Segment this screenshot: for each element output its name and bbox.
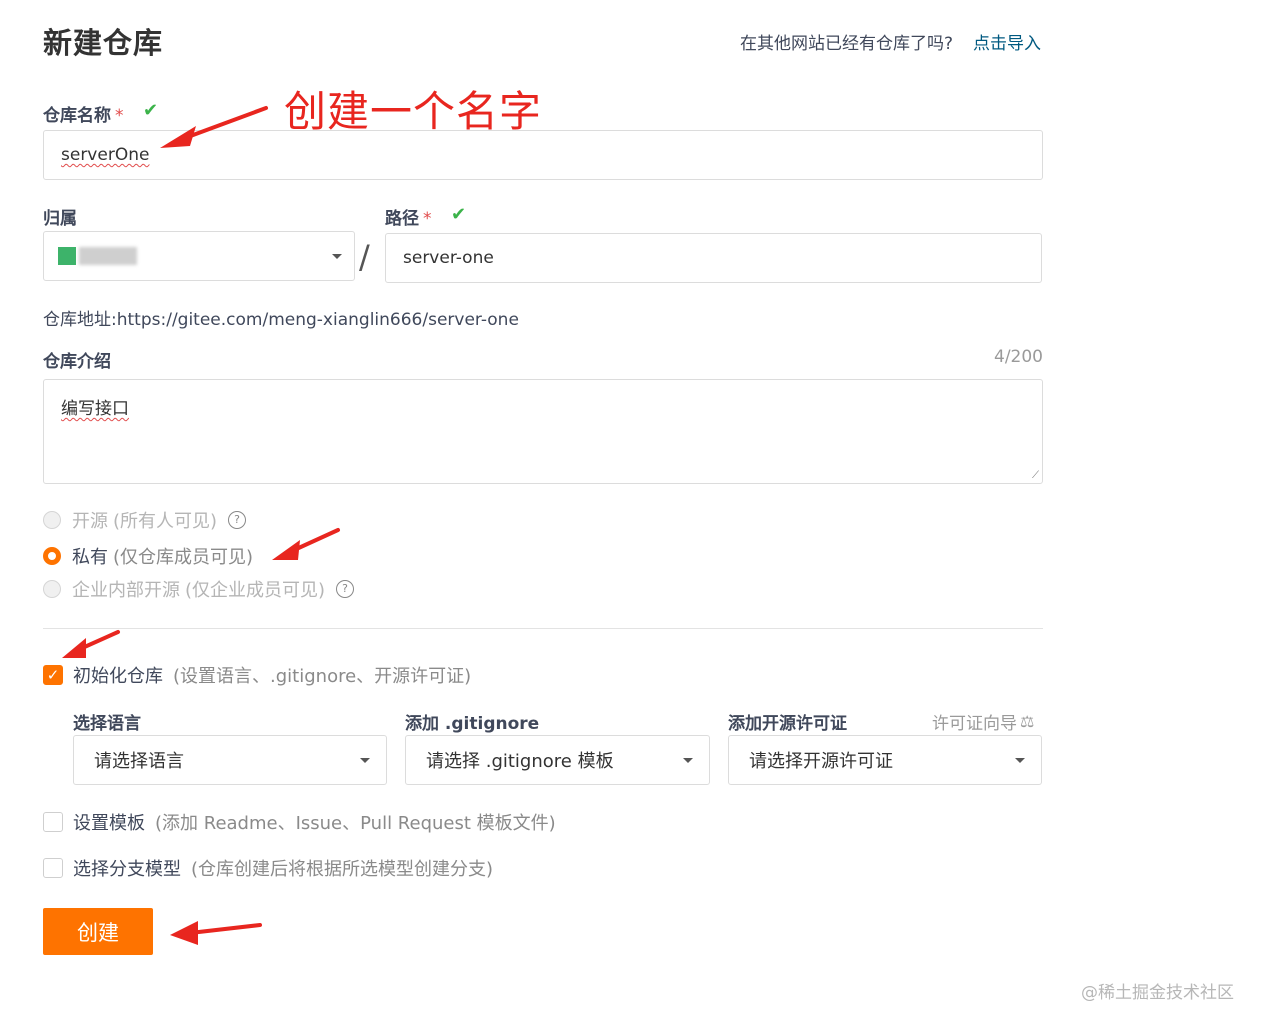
annotation-arrow-icon xyxy=(272,528,340,560)
annotation-arrows xyxy=(62,106,340,945)
annotation-arrow-icon xyxy=(62,630,120,658)
watermark: @稀土掘金技术社区 xyxy=(1081,983,1234,1003)
annotation-arrow-icon xyxy=(170,921,262,945)
annotation-arrow-icon xyxy=(160,106,268,148)
